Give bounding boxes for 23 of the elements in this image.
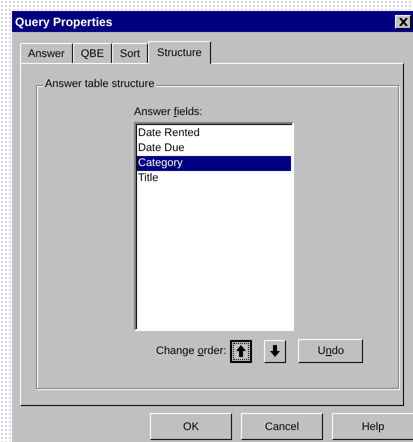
undo-button[interactable]: Undo [298, 339, 364, 363]
list-item[interactable]: Category [137, 156, 291, 171]
dialog-button[interactable]: Cancel [241, 413, 323, 440]
move-down-button[interactable] [264, 340, 286, 362]
change-order-label: Change order: [156, 345, 226, 357]
list-item[interactable]: Title [137, 171, 291, 186]
close-button[interactable] [395, 14, 411, 28]
field-list-label: Answer fields: [134, 106, 204, 120]
tab[interactable]: Structure [148, 41, 211, 64]
dialog-button[interactable]: OK [150, 413, 232, 440]
field-list[interactable]: Date Rented Date Due Category Title [134, 122, 294, 331]
list-item[interactable]: Date Rented [137, 126, 291, 141]
group-title: Answer table structure [43, 78, 156, 90]
window-title: Query Properties [15, 14, 112, 28]
up-arrow-icon [235, 344, 248, 358]
down-arrow-icon [269, 344, 282, 358]
tab[interactable]: Answer [20, 43, 73, 63]
tab[interactable]: QBE [72, 43, 112, 63]
list-item[interactable]: Date Due [137, 141, 291, 156]
close-icon [398, 18, 408, 26]
move-up-button[interactable] [230, 340, 252, 362]
tab[interactable]: Sort [112, 43, 148, 63]
dialog-button[interactable]: Help [332, 413, 413, 440]
